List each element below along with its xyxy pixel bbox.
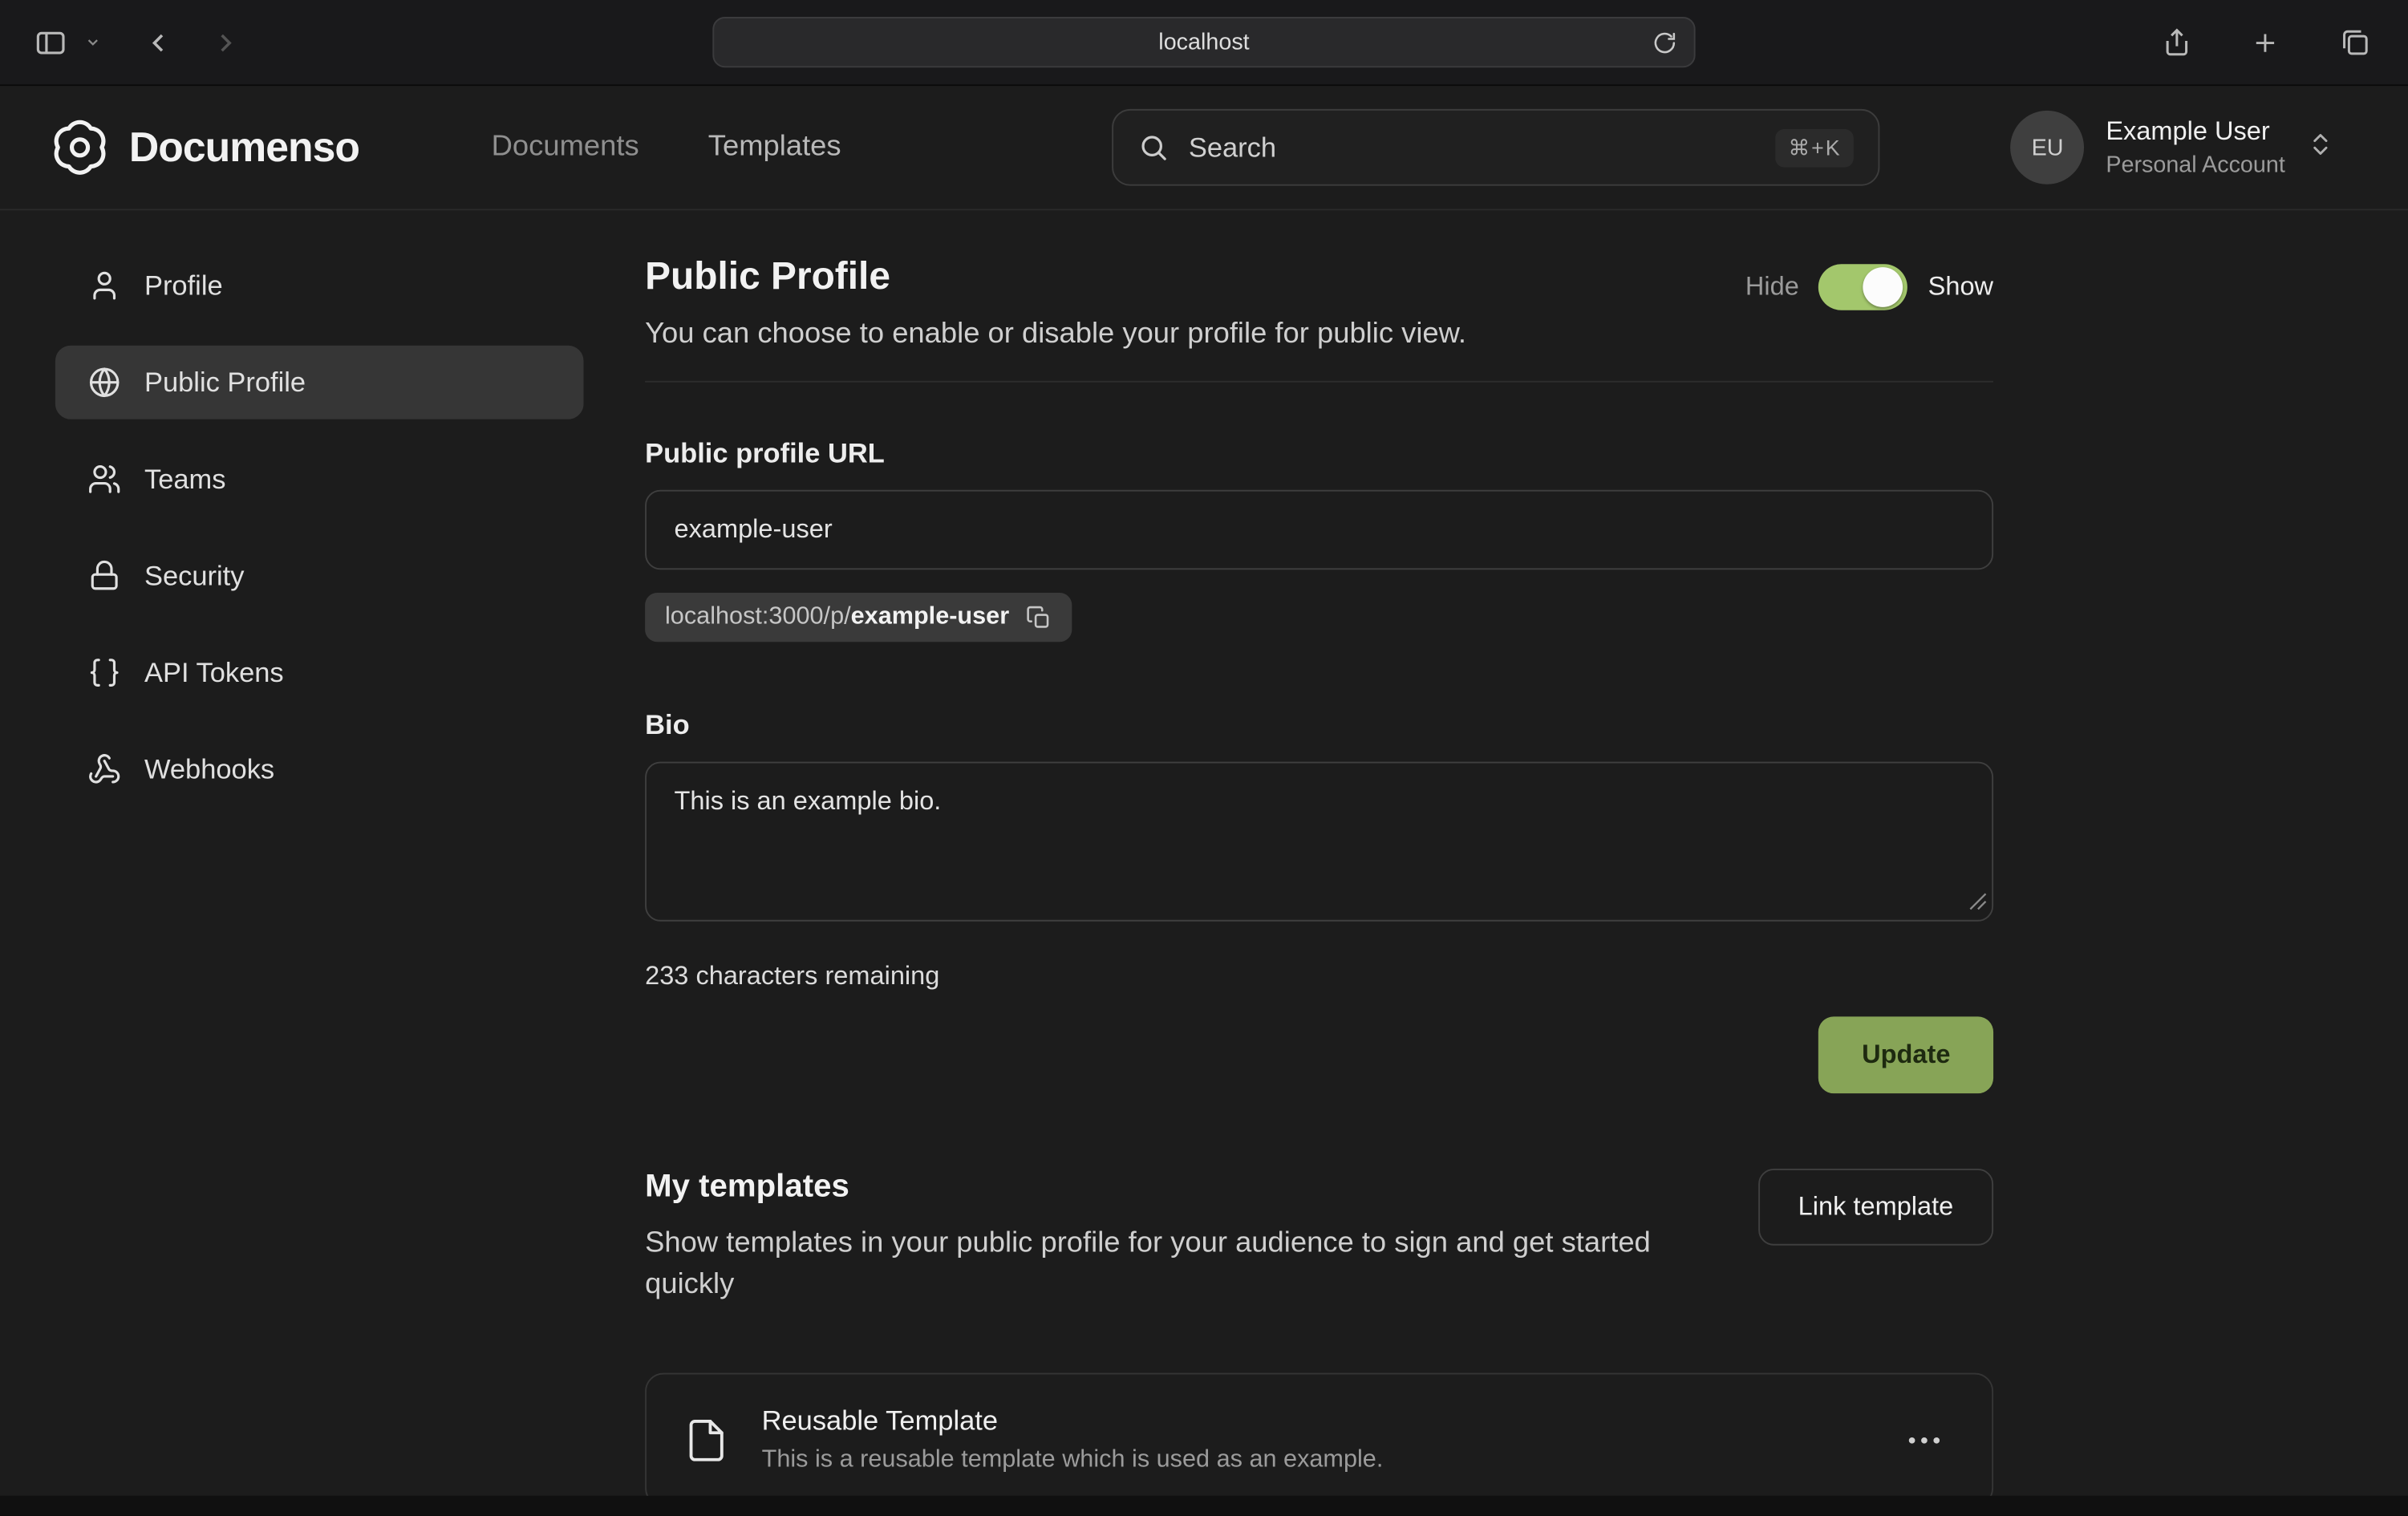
characters-remaining: 233 characters remaining (645, 962, 1993, 992)
user-icon (87, 269, 121, 302)
chevron-down-icon[interactable] (80, 16, 105, 68)
address-bar[interactable]: localhost (712, 17, 1695, 67)
sidebar-item-label: Webhooks (144, 753, 274, 785)
sidebar-item-label: Profile (144, 270, 223, 302)
braces-icon (87, 656, 121, 690)
profile-visibility-toggle[interactable] (1819, 264, 1908, 310)
user-name: Example User (2106, 117, 2285, 148)
template-card[interactable]: Reusable Template This is a reusable tem… (645, 1373, 1993, 1507)
sidebar-item-label: API Tokens (144, 656, 284, 688)
users-icon (87, 462, 121, 496)
search-shortcut: ⌘+K (1776, 128, 1854, 167)
template-description: This is a reusable template which is use… (762, 1447, 1384, 1474)
sidebar-item-api-tokens[interactable]: API Tokens (55, 636, 584, 710)
sidebar-toggle-icon[interactable] (25, 16, 77, 68)
search-icon (1138, 132, 1169, 163)
resize-handle-icon[interactable] (1968, 890, 1987, 918)
bio-label: Bio (645, 710, 1993, 742)
new-tab-icon[interactable] (2239, 16, 2291, 68)
nav-templates[interactable]: Templates (708, 131, 841, 164)
copy-url-button[interactable] (1026, 604, 1052, 630)
copy-icon (1026, 604, 1052, 630)
search-input[interactable] (1189, 132, 1756, 164)
user-menu[interactable]: EU Example User Personal Account (2011, 111, 2334, 184)
my-templates-title: My templates (645, 1169, 1705, 1206)
link-template-button[interactable]: Link template (1758, 1169, 1993, 1246)
my-templates-description: Show templates in your public profile fo… (645, 1224, 1705, 1306)
app-header: Documenso Documents Templates ⌘+K EU Exa… (0, 86, 2408, 210)
sidebar-item-label: Public Profile (144, 367, 306, 399)
sidebar-item-label: Teams (144, 463, 226, 495)
lock-icon (87, 559, 121, 593)
update-button[interactable]: Update (1819, 1016, 1994, 1093)
share-url-pill[interactable]: localhost:3000/p/example-user (645, 593, 1072, 642)
sidebar-item-teams[interactable]: Teams (55, 442, 584, 516)
template-name: Reusable Template (762, 1405, 1384, 1437)
page-subtitle: You can choose to enable or disable your… (645, 318, 1466, 351)
toggle-knob (1863, 267, 1903, 307)
reload-icon[interactable] (1652, 30, 1677, 61)
profile-url-label: Public profile URL (645, 438, 1993, 470)
file-icon (683, 1414, 729, 1466)
sidebar-item-profile[interactable]: Profile (55, 249, 584, 322)
page-title: Public Profile (645, 255, 1466, 300)
documenso-logo-icon (51, 118, 109, 176)
profile-url-input[interactable] (645, 490, 1993, 570)
sidebar-item-public-profile[interactable]: Public Profile (55, 346, 584, 420)
settings-sidebar: Profile Public Profile Teams Security AP… (0, 210, 645, 1506)
public-profile-settings: Public Profile You can choose to enable … (645, 210, 1993, 1506)
chevrons-up-down-icon (2307, 130, 2334, 165)
toggle-show-label: Show (1928, 272, 1993, 302)
sidebar-item-label: Security (144, 560, 245, 592)
global-search[interactable]: ⌘+K (1112, 109, 1879, 186)
toggle-hide-label: Hide (1745, 272, 1799, 302)
window-bottom-edge (0, 1496, 2408, 1516)
user-account-type: Personal Account (2106, 152, 2285, 179)
webhook-icon (87, 752, 121, 786)
more-menu-icon[interactable] (1894, 1421, 1956, 1458)
browser-toolbar: localhost (0, 0, 2408, 86)
share-icon[interactable] (2150, 16, 2202, 68)
globe-icon (87, 366, 121, 399)
divider (645, 381, 1993, 383)
safari-window: localhost Documenso Do (0, 0, 2408, 1516)
back-icon[interactable] (132, 16, 184, 68)
address-bar-url: localhost (1158, 29, 1249, 55)
share-url-text: localhost:3000/p/example-user (665, 603, 1009, 630)
main-nav: Documents Templates (492, 131, 841, 164)
brand-name: Documenso (129, 124, 359, 171)
bio-textarea[interactable]: This is an example bio. (645, 762, 1993, 922)
nav-documents[interactable]: Documents (492, 131, 639, 164)
forward-icon[interactable] (200, 16, 252, 68)
tab-overview-icon[interactable] (2328, 16, 2380, 68)
sidebar-item-webhooks[interactable]: Webhooks (55, 732, 584, 806)
avatar: EU (2011, 111, 2085, 184)
brand[interactable]: Documenso (51, 118, 359, 176)
sidebar-item-security[interactable]: Security (55, 539, 584, 613)
